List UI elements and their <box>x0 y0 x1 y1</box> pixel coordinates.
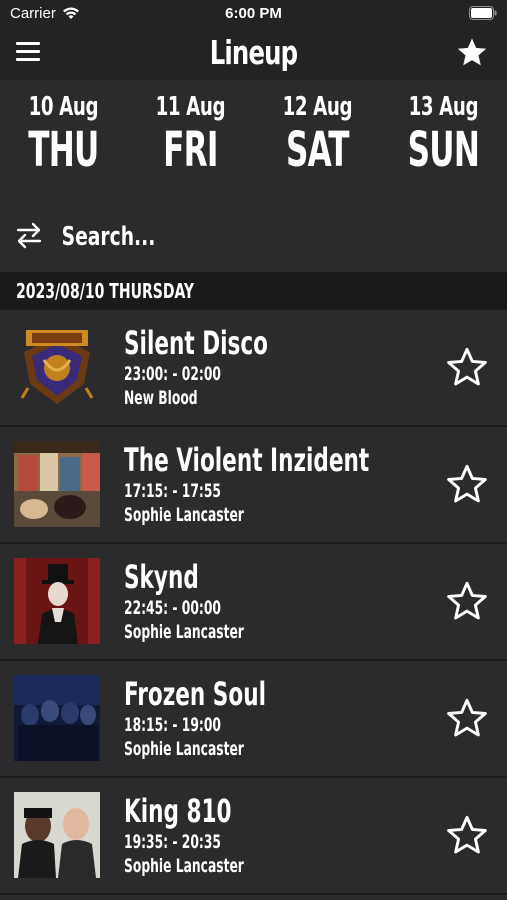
day-tab-thu[interactable]: 10 Aug THU <box>0 92 127 200</box>
list-item[interactable]: Frozen Soul 18:15: - 19:00 Sophie Lancas… <box>0 661 507 778</box>
act-stage: Sophie Lancaster <box>124 855 244 877</box>
day-name: FRI <box>162 122 218 178</box>
day-tab-sun[interactable]: 13 Aug SUN <box>380 92 507 200</box>
star-outline-icon[interactable] <box>445 463 489 507</box>
day-name: THU <box>28 122 99 178</box>
act-title: Frozen Soul <box>124 675 266 713</box>
list-item[interactable]: King 810 19:35: - 20:35 Sophie Lancaster <box>0 778 507 895</box>
star-outline-icon[interactable] <box>445 814 489 858</box>
act-info: Skynd 22:45: - 00:00 Sophie Lancaster <box>124 558 291 644</box>
day-date: 11 Aug <box>155 92 225 122</box>
swap-arrows-icon[interactable] <box>14 220 44 250</box>
act-title: Silent Disco <box>124 324 269 362</box>
status-right <box>469 6 497 24</box>
star-outline-icon[interactable] <box>445 697 489 741</box>
act-stage: Sophie Lancaster <box>124 504 244 526</box>
favorites-star-icon[interactable] <box>455 36 489 70</box>
act-thumbnail <box>14 792 100 878</box>
act-info: The Violent Inzident 17:15: - 17:55 Soph… <box>124 441 451 527</box>
act-stage: New Blood <box>124 387 198 409</box>
act-thumbnail <box>14 675 100 761</box>
day-date: 10 Aug <box>28 92 99 122</box>
act-info: King 810 19:35: - 20:35 Sophie Lancaster <box>124 792 291 878</box>
act-title: Skynd <box>124 558 199 596</box>
act-info: Frozen Soul 18:15: - 19:00 Sophie Lancas… <box>124 675 313 761</box>
act-title: King 810 <box>124 792 232 830</box>
act-stage: Sophie Lancaster <box>124 738 244 760</box>
day-selector: 10 Aug THU 11 Aug FRI 12 Aug SAT 13 Aug … <box>0 80 507 200</box>
act-time: 22:45: - 00:00 <box>124 597 221 619</box>
act-thumbnail <box>14 558 100 644</box>
lineup-list: Silent Disco 23:00: - 02:00 New Blood Th… <box>0 310 507 895</box>
act-thumbnail <box>14 441 100 527</box>
act-thumbnail <box>14 324 100 410</box>
section-header-label: 2023/08/10 THURSDAY <box>16 279 195 303</box>
list-item[interactable]: Skynd 22:45: - 00:00 Sophie Lancaster <box>0 544 507 661</box>
day-date: 13 Aug <box>408 92 479 122</box>
act-time: 19:35: - 20:35 <box>124 831 221 853</box>
act-time: 23:00: - 02:00 <box>124 363 221 385</box>
status-bar: Carrier 6:00 PM <box>0 0 507 28</box>
battery-icon <box>469 6 497 20</box>
search-input[interactable] <box>60 218 384 256</box>
star-outline-icon[interactable] <box>445 580 489 624</box>
day-date: 12 Aug <box>282 92 352 122</box>
day-name: SAT <box>285 122 349 178</box>
day-tab-fri[interactable]: 11 Aug FRI <box>127 92 254 200</box>
act-time: 17:15: - 17:55 <box>124 480 221 502</box>
date-section-header: 2023/08/10 THURSDAY <box>0 272 507 310</box>
day-tab-sat[interactable]: 12 Aug SAT <box>254 92 381 200</box>
day-name: SUN <box>407 122 480 178</box>
menu-icon[interactable] <box>16 42 40 64</box>
page-title: Lineup <box>209 33 298 72</box>
list-item[interactable]: Silent Disco 23:00: - 02:00 New Blood <box>0 310 507 427</box>
act-info: Silent Disco 23:00: - 02:00 New Blood <box>124 324 316 410</box>
star-outline-icon[interactable] <box>445 346 489 390</box>
status-time: 6:00 PM <box>225 5 282 22</box>
act-stage: Sophie Lancaster <box>124 621 244 643</box>
list-item[interactable]: The Violent Inzident 17:15: - 17:55 Soph… <box>0 427 507 544</box>
nav-bar: Lineup <box>0 28 507 80</box>
search-bar <box>0 200 507 272</box>
act-title: The Violent Inzident <box>124 441 370 479</box>
act-time: 18:15: - 19:00 <box>124 714 221 736</box>
